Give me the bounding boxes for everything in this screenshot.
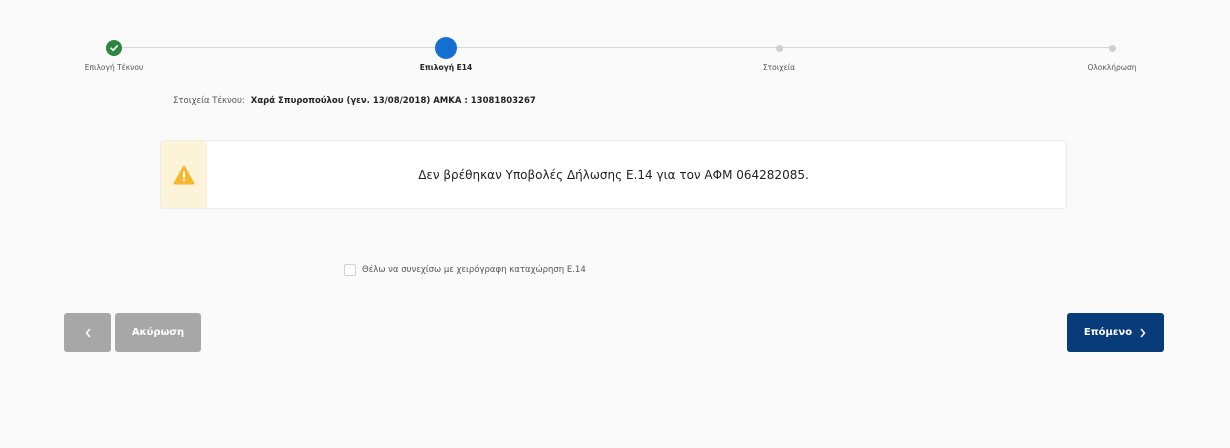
pending-step-dot — [775, 44, 783, 52]
page: Επιλογή Τέκνου Επιλογή Ε14 Στοιχεία Ολοκ… — [0, 0, 1230, 448]
manual-entry-checkbox[interactable] — [344, 264, 356, 276]
pending-step-dot — [1108, 44, 1116, 52]
manual-entry-option: Θέλω να συνεχίσω με χειρόγραφη καταχώρησ… — [344, 264, 586, 276]
warning-icon — [173, 165, 195, 184]
step-label: Επιλογή Ε14 — [419, 63, 473, 72]
step-select-e14: Επιλογή Ε14 — [376, 36, 516, 72]
back-button[interactable] — [64, 313, 111, 352]
active-step-dot — [435, 37, 457, 59]
step-label: Επιλογή Τέκνου — [84, 63, 144, 72]
step-label: Στοιχεία — [762, 63, 796, 72]
child-info: Στοιχεία Τέκνου: Χαρά Σπυροπούλου (γεν. 1… — [173, 96, 536, 106]
chevron-left-icon — [85, 328, 90, 337]
warning-alert: Δεν βρέθηκαν Υποβολές Δήλωσης Ε.14 για τ… — [160, 140, 1067, 209]
alert-message: Δεν βρέθηκαν Υποβολές Δήλωσης Ε.14 για τ… — [418, 167, 809, 182]
step-completion: Ολοκλήρωση — [1042, 36, 1182, 72]
child-info-value: Χαρά Σπυροπούλου (γεν. 13/08/2018) ΑΜΚΑ … — [250, 96, 536, 106]
chevron-right-icon — [1140, 328, 1146, 337]
step-select-child[interactable]: Επιλογή Τέκνου — [44, 36, 184, 72]
step-details: Στοιχεία — [709, 36, 849, 72]
cancel-button[interactable]: Ακύρωση — [115, 313, 201, 352]
step-label: Ολοκλήρωση — [1087, 63, 1137, 72]
manual-entry-label[interactable]: Θέλω να συνεχίσω με χειρόγραφη καταχώρησ… — [362, 265, 586, 275]
progress-stepper: Επιλογή Τέκνου Επιλογή Ε14 Στοιχεία Ολοκ… — [0, 0, 1230, 80]
alert-icon-box — [161, 141, 207, 208]
check-icon — [106, 40, 122, 56]
child-info-label: Στοιχεία Τέκνου: — [173, 96, 245, 106]
next-button[interactable]: Επόμενο — [1067, 313, 1164, 352]
next-button-label: Επόμενο — [1083, 327, 1133, 338]
